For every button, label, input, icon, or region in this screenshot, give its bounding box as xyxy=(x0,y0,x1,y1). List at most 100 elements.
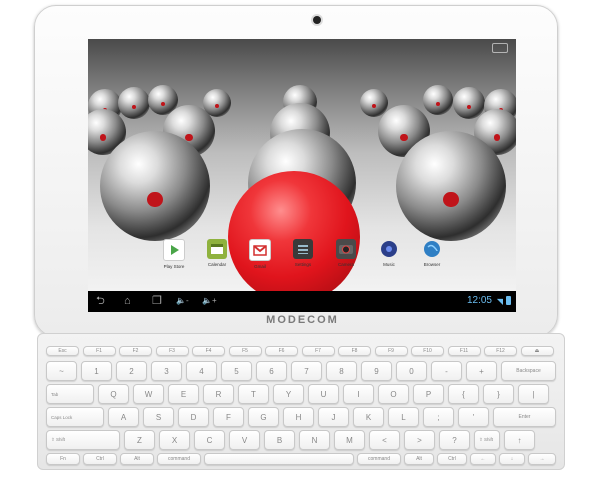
settings-icon xyxy=(293,239,313,259)
key-q[interactable]: Q xyxy=(98,384,129,404)
command-left-key[interactable]: command xyxy=(157,453,201,465)
key-symbol[interactable]: ; xyxy=(423,407,454,427)
key-f7[interactable]: F7 xyxy=(301,346,335,356)
home-button[interactable]: ⌂ xyxy=(124,293,131,309)
key-4[interactable]: 4 xyxy=(186,361,217,381)
key-x[interactable]: X xyxy=(159,430,190,450)
key-r[interactable]: R xyxy=(203,384,234,404)
key-f3[interactable]: F3 xyxy=(155,346,189,356)
volume-up-button[interactable]: 🔈+ xyxy=(202,293,217,309)
key-f[interactable]: F xyxy=(213,407,244,427)
alt-right-key[interactable]: Alt xyxy=(404,453,434,465)
key-b[interactable]: B xyxy=(264,430,295,450)
app-dock: Play Store Calendar Gmail Settings Camer… xyxy=(88,239,516,275)
key-l[interactable]: L xyxy=(388,407,419,427)
key-esc[interactable]: Esc xyxy=(46,346,79,356)
key-f11[interactable]: F11 xyxy=(447,346,481,356)
key-f12[interactable]: F12 xyxy=(484,346,517,356)
key-symbol[interactable]: - xyxy=(431,361,462,381)
app-camera[interactable]: Camera xyxy=(324,239,368,267)
shift-left-key[interactable]: ⇧ Shift xyxy=(46,430,120,450)
key-j[interactable]: J xyxy=(318,407,349,427)
key-u[interactable]: U xyxy=(308,384,339,404)
recent-apps-button[interactable]: ❐ xyxy=(152,293,162,309)
arrow-left-key[interactable]: ← xyxy=(470,453,496,465)
key-z[interactable]: Z xyxy=(124,430,155,450)
key-symbol[interactable]: | xyxy=(518,384,549,404)
key-s[interactable]: S xyxy=(143,407,174,427)
space-key[interactable] xyxy=(204,453,354,465)
key-9[interactable]: 9 xyxy=(361,361,392,381)
ctrl-left-key[interactable]: Ctrl xyxy=(83,453,117,465)
app-gmail[interactable]: Gmail xyxy=(238,239,282,269)
key-t[interactable]: T xyxy=(238,384,269,404)
key-v[interactable]: V xyxy=(229,430,260,450)
shift-right-key[interactable]: ⇧ Shift xyxy=(474,430,500,450)
app-browser[interactable]: Browser xyxy=(410,239,454,267)
key-5[interactable]: 5 xyxy=(221,361,252,381)
key-3[interactable]: 3 xyxy=(151,361,182,381)
clock: 12:05 xyxy=(466,295,492,306)
keyboard: Esc F1 F2 F3 F4 F5 F6 F7 F8 F9 F10 F11 F12 ⏏ ~1 2 3 4 5 6 7 8… xyxy=(37,333,565,470)
fn-key[interactable]: Fn xyxy=(46,453,80,465)
key-f5[interactable]: F5 xyxy=(228,346,262,356)
key-symbol[interactable]: ? xyxy=(439,430,470,450)
key-p[interactable]: P xyxy=(413,384,444,404)
back-button[interactable]: ⮌ xyxy=(96,293,105,309)
backspace-key[interactable]: Backspace xyxy=(501,361,556,381)
key-symbol[interactable]: { xyxy=(448,384,479,404)
key-symbol[interactable]: > xyxy=(404,430,435,450)
key-f6[interactable]: F6 xyxy=(265,346,298,356)
caps-lock-key[interactable]: Caps Lock xyxy=(46,407,104,427)
key-f1[interactable]: F1 xyxy=(82,346,116,356)
app-play-store[interactable]: Play Store xyxy=(152,239,196,269)
app-settings[interactable]: Settings xyxy=(281,239,325,267)
app-music[interactable]: Music xyxy=(367,239,411,267)
play-store-icon xyxy=(163,239,185,261)
key-symbol[interactable]: < xyxy=(369,430,400,450)
key-7[interactable]: 7 xyxy=(291,361,322,381)
key-i[interactable]: I xyxy=(343,384,374,404)
tab-key[interactable]: Tab xyxy=(46,384,94,404)
key-symbol[interactable]: ⏏ xyxy=(520,346,554,356)
key-2[interactable]: 2 xyxy=(116,361,147,381)
key-0[interactable]: 0 xyxy=(396,361,427,381)
key-w[interactable]: W xyxy=(133,384,164,404)
app-calendar[interactable]: Calendar xyxy=(195,239,239,267)
wallpaper-ball xyxy=(100,131,210,241)
key-symbol[interactable]: + xyxy=(466,361,497,381)
key-c[interactable]: C xyxy=(194,430,225,450)
key-f9[interactable]: F9 xyxy=(374,346,408,356)
ctrl-right-key[interactable]: Ctrl xyxy=(437,453,467,465)
enter-key[interactable]: Enter xyxy=(493,407,556,427)
alt-left-key[interactable]: Alt xyxy=(120,453,154,465)
key-a[interactable]: A xyxy=(108,407,139,427)
wallpaper-ball xyxy=(118,87,150,119)
arrow-down-key[interactable]: ↓ xyxy=(499,453,525,465)
key-h[interactable]: H xyxy=(283,407,314,427)
key-o[interactable]: O xyxy=(378,384,409,404)
key-n[interactable]: N xyxy=(299,430,330,450)
command-right-key[interactable]: command xyxy=(357,453,401,465)
key-6[interactable]: 6 xyxy=(256,361,287,381)
key-d[interactable]: D xyxy=(178,407,209,427)
key-k[interactable]: K xyxy=(353,407,384,427)
key-f10[interactable]: F10 xyxy=(411,346,444,356)
key-m[interactable]: M xyxy=(334,430,365,450)
arrow-right-key[interactable]: → xyxy=(528,453,556,465)
wallpaper-ball xyxy=(423,85,453,115)
gmail-icon xyxy=(249,239,271,261)
key-8[interactable]: 8 xyxy=(326,361,357,381)
key-symbol[interactable]: } xyxy=(483,384,514,404)
key-1[interactable]: 1 xyxy=(81,361,112,381)
arrow-up-key[interactable]: ↑ xyxy=(504,430,535,450)
key-g[interactable]: G xyxy=(248,407,279,427)
key-f2[interactable]: F2 xyxy=(119,346,152,356)
volume-down-button[interactable]: 🔈- xyxy=(176,293,189,309)
key-f4[interactable]: F4 xyxy=(192,346,225,356)
key-symbol[interactable]: ' xyxy=(458,407,489,427)
key-symbol[interactable]: ~ xyxy=(46,361,77,381)
key-e[interactable]: E xyxy=(168,384,199,404)
key-f8[interactable]: F8 xyxy=(338,346,371,356)
key-y[interactable]: Y xyxy=(273,384,304,404)
